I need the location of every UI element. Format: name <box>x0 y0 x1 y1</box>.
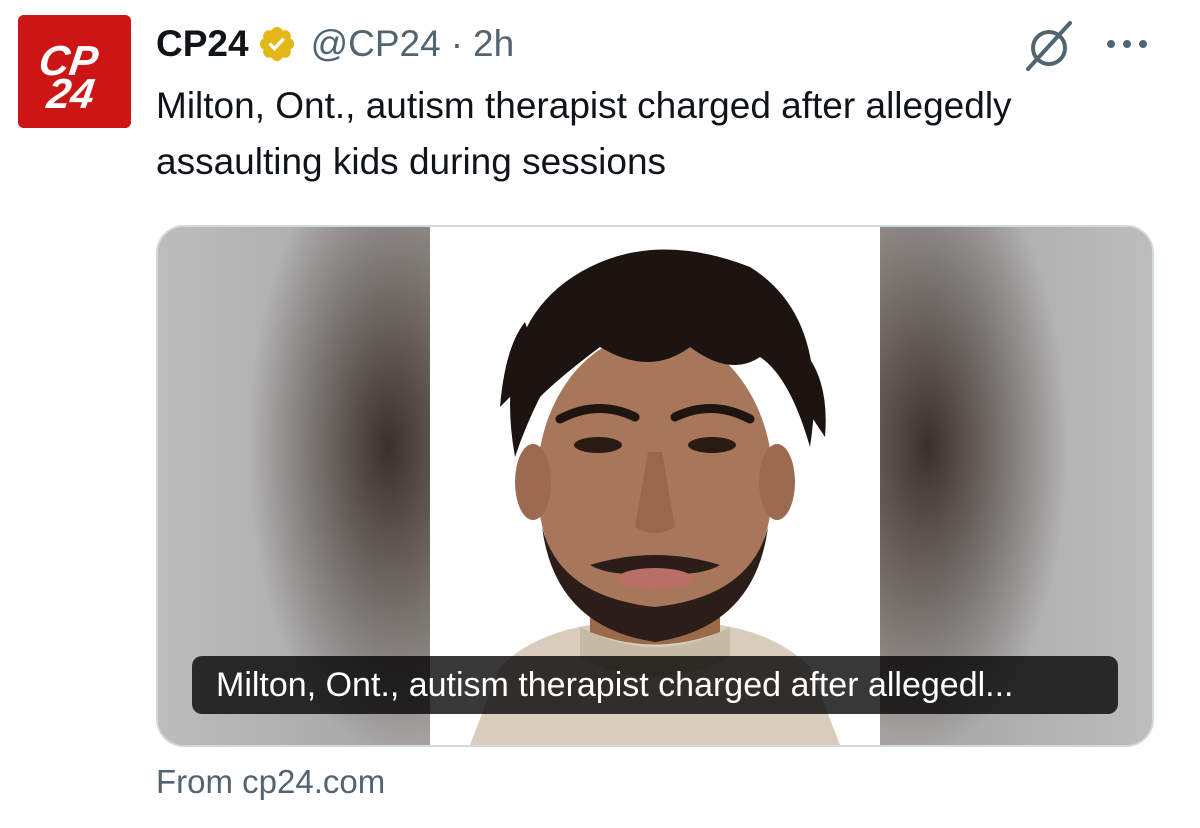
timestamp[interactable]: 2h <box>473 23 514 65</box>
cp24-logo-icon: CP 24 <box>18 15 131 128</box>
tweet[interactable]: CP 24 CP24 @CP24 · 2h Milton, Ont., auti… <box>0 0 1200 828</box>
display-name[interactable]: CP24 <box>156 23 249 65</box>
tweet-header: CP24 @CP24 · 2h <box>156 18 514 70</box>
card-source-link[interactable]: From cp24.com <box>156 758 385 806</box>
svg-text:24: 24 <box>43 70 97 117</box>
tweet-text: Milton, Ont., autism therapist charged a… <box>156 85 1012 182</box>
verified-badge-icon <box>257 24 297 64</box>
link-card[interactable]: Milton, Ont., autism therapist charged a… <box>156 225 1154 747</box>
handle[interactable]: @CP24 <box>311 23 441 65</box>
more-icon[interactable] <box>1104 30 1150 58</box>
grok-icon[interactable] <box>1022 19 1076 73</box>
separator-dot: · <box>450 23 464 64</box>
avatar[interactable]: CP 24 <box>18 15 131 128</box>
card-caption: Milton, Ont., autism therapist charged a… <box>192 656 1118 714</box>
